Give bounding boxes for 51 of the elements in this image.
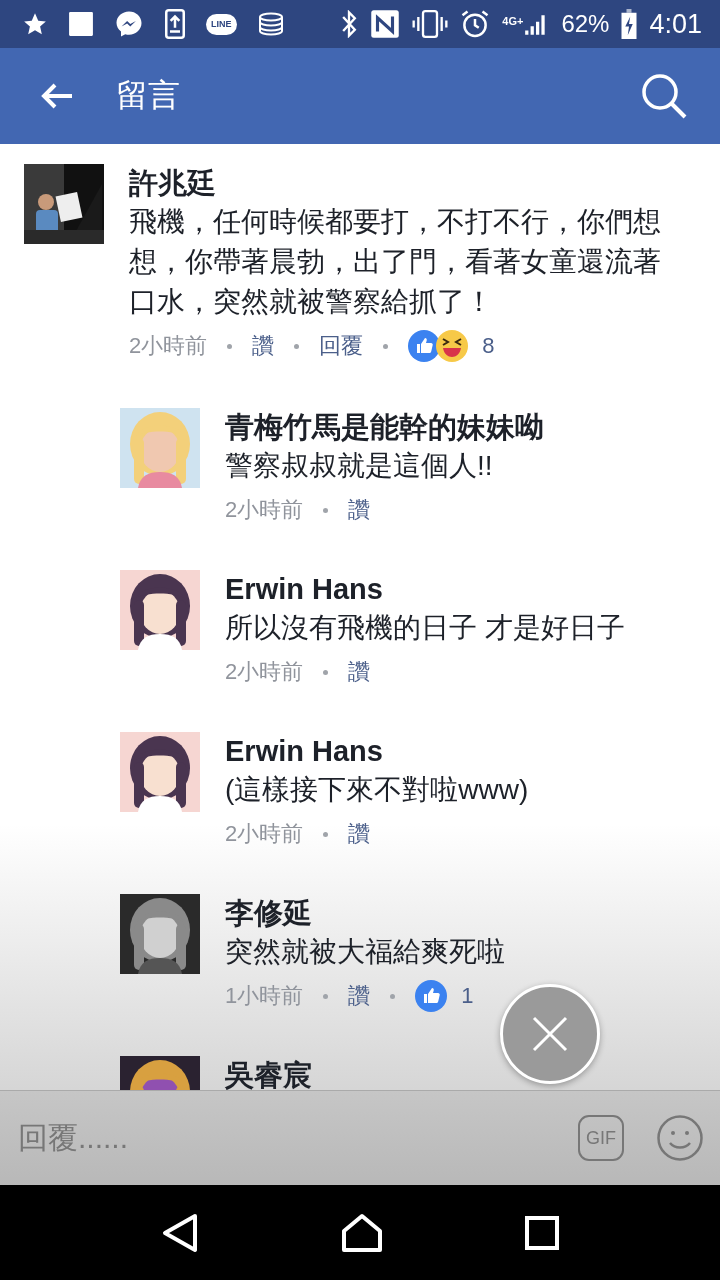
comment-time: 2小時前 [129, 332, 208, 360]
close-button[interactable] [500, 984, 600, 1084]
comment-action[interactable]: 回覆 [319, 331, 364, 361]
comment-action[interactable]: 讚 [348, 819, 371, 849]
star-icon [22, 11, 48, 37]
comment-action[interactable]: 讚 [348, 981, 371, 1011]
comment-action[interactable]: 讚 [348, 657, 371, 687]
bluetooth-icon [340, 10, 359, 38]
clock: 4:01 [649, 8, 702, 40]
chat-app-icon: LINE [206, 13, 237, 35]
smiley-icon[interactable] [656, 1114, 704, 1162]
author-name[interactable]: 青梅竹馬是能幹的妹妹呦 [225, 408, 544, 446]
alarm-icon [460, 9, 491, 39]
home-icon[interactable] [341, 1212, 383, 1253]
comment-text: 飛機，任何時候都要打，不打不行，你們想想，你帶著晨勃，出了門，看著女童還流著口水，突然就被警察給抓了！ [129, 205, 662, 319]
page-title: 留言 [116, 76, 181, 115]
comment-action[interactable]: 讚 [348, 495, 371, 525]
author-name[interactable]: Erwin Hans [225, 570, 383, 608]
square-icon [68, 11, 94, 37]
author-name[interactable]: 吳睿宸 [225, 1056, 312, 1090]
author-name[interactable]: 許兆廷 [129, 164, 216, 202]
nfc-icon [370, 9, 401, 39]
comment-time: 2小時前 [225, 820, 304, 848]
comment-text: 突然就被大福給爽死啦 [225, 935, 506, 969]
author-name[interactable]: 李修延 [225, 894, 312, 932]
battery-charging-icon [621, 9, 638, 39]
comment-text: (這樣接下來不對啦www) [225, 773, 530, 807]
reaction-count: 8 [482, 333, 495, 359]
author-name[interactable]: Erwin Hans [225, 732, 383, 770]
recents-square-icon[interactable] [525, 1215, 559, 1250]
chat-bubble-icon [114, 9, 144, 39]
search-icon[interactable] [640, 72, 688, 120]
comment-time: 2小時前 [225, 496, 304, 524]
close-icon [530, 1014, 570, 1054]
reply-input-field[interactable]: 回覆...... [18, 1108, 546, 1168]
comment-action[interactable]: 讚 [252, 331, 275, 361]
network-label: 4G+ [502, 14, 524, 27]
coins-icon [256, 12, 285, 36]
comment-text: 所以沒有飛機的日子 才是好日子 [225, 611, 626, 645]
upload-icon [164, 9, 186, 39]
vibrate-icon [412, 10, 449, 38]
back-triangle-icon[interactable] [161, 1212, 199, 1253]
reaction-count: 1 [461, 983, 474, 1009]
comment-time: 1小時前 [225, 982, 304, 1010]
comment-time: 2小時前 [225, 658, 304, 686]
laughing-face-icon [436, 330, 469, 362]
comment-text: 警察叔叔就是這個人!! [225, 449, 494, 483]
battery-percent: 62% [561, 10, 610, 38]
thumbs-up-icon [415, 980, 448, 1012]
thumbs-up-icon [408, 330, 441, 362]
back-arrow-icon[interactable] [40, 83, 74, 109]
